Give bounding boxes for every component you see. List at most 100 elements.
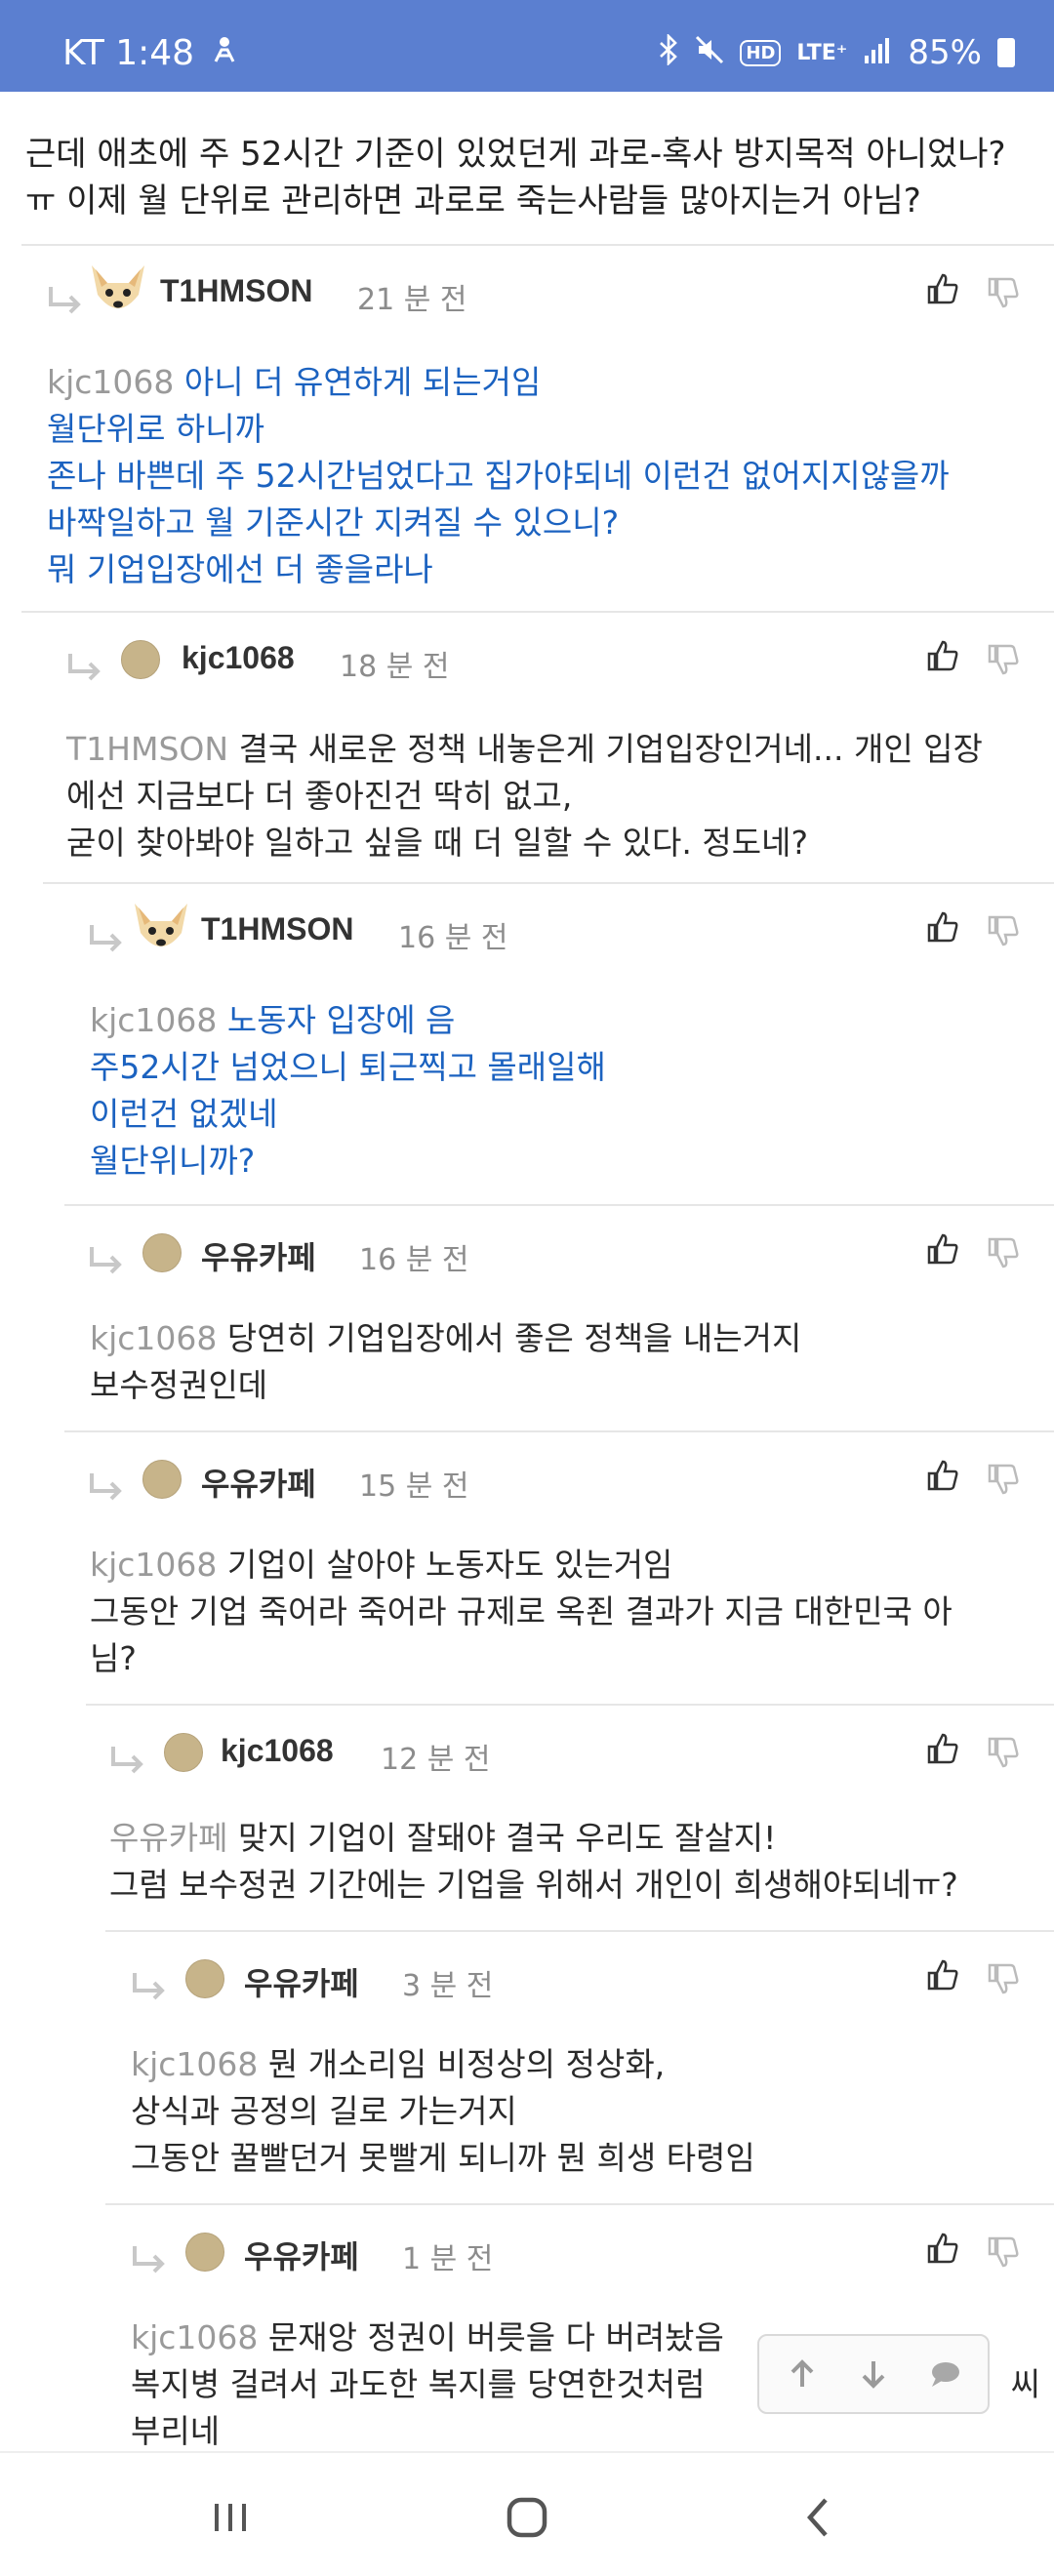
chat-bubble-icon[interactable] — [928, 2357, 961, 2391]
comment-header: 우유카페 3 분 전 — [105, 1932, 1054, 2026]
comment-header: T1HMSON 16 분 전 — [43, 884, 1054, 978]
circle-avatar[interactable] — [164, 1733, 203, 1772]
comment-header: 우유카페 1 분 전 — [105, 2205, 1054, 2299]
person-activity-icon — [212, 36, 237, 71]
back-icon[interactable] — [790, 2488, 849, 2547]
comment-time: 16 분 전 — [359, 1243, 469, 1277]
comment-line: 맞지 기업이 잘돼야 결국 우리도 잘살지! — [237, 1819, 777, 1857]
status-left: KT 1:48 — [62, 33, 237, 73]
thumbs-up-icon[interactable] — [925, 1458, 960, 1493]
comment-time: 1 분 전 — [402, 2242, 494, 2276]
comment-line: 결국 새로운 정책 내놓은게 기업입장인거네... 개인 입장 — [238, 730, 983, 768]
comment-body: T1HMSON 결국 새로운 정책 내놓은게 기업입장인거네... 개인 입장 … — [66, 726, 983, 866]
comment-author[interactable]: kjc1068 — [182, 640, 295, 676]
status-bar: KT 1:48 HD LTE⁺ 85% — [0, 0, 1054, 92]
thumbs-down-icon[interactable] — [986, 913, 1021, 948]
arrow-down-icon[interactable] — [857, 2357, 890, 2391]
mention[interactable]: kjc1068 — [47, 363, 174, 401]
circle-avatar[interactable] — [121, 640, 160, 679]
comment-author[interactable]: T1HMSON — [160, 273, 312, 309]
status-right: HD LTE⁺ 85% — [658, 32, 1015, 72]
circle-avatar[interactable] — [142, 1460, 182, 1499]
home-icon[interactable] — [498, 2488, 556, 2547]
comment-author[interactable]: 우유카페 — [244, 2233, 359, 2277]
circle-avatar[interactable] — [185, 1959, 224, 1998]
comment-line: 보수정권인데 — [90, 1366, 268, 1404]
reply-arrow-icon — [111, 1747, 143, 1774]
carrier-time: KT 1:48 — [62, 33, 195, 73]
comment-line: 아니 더 유연하게 되는거임 — [183, 363, 542, 401]
comment-line: 복지병 걸려서 과도한 복지를 당연한것처럼 — [131, 2365, 706, 2403]
arrow-up-icon[interactable] — [786, 2357, 819, 2391]
comment-author[interactable]: 우유카페 — [201, 1460, 316, 1505]
comment-author[interactable]: kjc1068 — [221, 1733, 334, 1769]
post-line: 근데 애초에 주 52시간 기준이 있었던게 과로-혹사 방지목적 아니었나? — [25, 135, 1006, 174]
thumbs-up-icon[interactable] — [925, 1231, 960, 1267]
comment-body: kjc1068 노동자 입장에 음 주52시간 넘었으니 퇴근찍고 몰래일해 이… — [90, 997, 606, 1185]
mention[interactable]: T1HMSON — [66, 730, 228, 768]
comment: 우유카페 16 분 전 kjc1068 당연히 기업입장에서 좋은 정책을 내는… — [64, 1204, 1054, 1430]
reply-arrow-icon — [90, 1247, 122, 1274]
comment-line: 기업이 살아야 노동자도 있는거임 — [226, 1546, 673, 1584]
comment-line-suffix: 씨 — [1010, 2365, 1040, 2403]
reply-arrow-icon — [49, 287, 81, 314]
thumbs-up-icon[interactable] — [925, 1957, 960, 1992]
comment-line: 그럼 보수정권 기간에는 기업을 위해서 개인이 희생해야되네ㅠ? — [109, 1866, 958, 1904]
thumbs-down-icon[interactable] — [986, 1462, 1021, 1497]
comment-line: 뭔 개소리임 비정상의 정상화, — [267, 2045, 666, 2083]
thumbs-up-icon[interactable] — [925, 2231, 960, 2266]
comment-body: kjc1068 뭔 개소리임 비정상의 정상화, 상식과 공정의 길로 가는거지… — [131, 2041, 755, 2182]
reply-arrow-icon — [133, 1973, 165, 2000]
comment-author[interactable]: 우유카페 — [244, 1959, 359, 2004]
circle-avatar[interactable] — [142, 1233, 182, 1272]
comment: T1HMSON 16 분 전 kjc1068 노동자 입장에 음 주52시간 넘… — [43, 882, 1054, 1204]
comment-author[interactable]: T1HMSON — [201, 911, 353, 947]
comment: kjc1068 18 분 전 T1HMSON 결국 새로운 정책 내놓은게 기업… — [21, 611, 1054, 882]
comment-line: 그동안 꿀빨던거 못빨게 되니까 뭔 희생 타령임 — [131, 2139, 755, 2177]
dog-avatar[interactable] — [131, 900, 191, 960]
circle-avatar[interactable] — [185, 2233, 224, 2272]
battery-icon — [997, 38, 1015, 67]
comment-header: kjc1068 12 분 전 — [86, 1706, 1054, 1799]
comment-body: kjc1068 아니 더 유연하게 되는거임 월단위로 하니까 존나 바쁜데 주… — [47, 359, 950, 593]
comment: 우유카페 15 분 전 kjc1068 기업이 살아야 노동자도 있는거임 그동… — [64, 1430, 1054, 1704]
comment-line: 주52시간 넘었으니 퇴근찍고 몰래일해 — [90, 1048, 606, 1086]
hd-voice-icon: HD — [740, 39, 782, 66]
mention[interactable]: kjc1068 — [90, 1001, 217, 1039]
thumbs-down-icon[interactable] — [986, 1235, 1021, 1270]
bluetooth-icon — [658, 32, 679, 71]
comment-line: 상식과 공정의 길로 가는거지 — [131, 2092, 517, 2130]
post-body: 근데 애초에 주 52시간 기준이 있었던게 과로-혹사 방지목적 아니었나? … — [25, 131, 1040, 224]
comment-line: 당연히 기업입장에서 좋은 정책을 내는거지 — [226, 1319, 802, 1357]
mention[interactable]: kjc1068 — [131, 2045, 258, 2083]
comment-header: T1HMSON 21 분 전 — [21, 246, 1054, 340]
comment: 우유카페 3 분 전 kjc1068 뭔 개소리임 비정상의 정상화, 상식과 … — [105, 1930, 1054, 2203]
thumbs-up-icon[interactable] — [925, 271, 960, 306]
recent-apps-icon[interactable] — [201, 2488, 260, 2547]
dog-avatar[interactable] — [88, 262, 148, 322]
comment-line: 문재앙 정권이 버릇을 다 버려놨음 — [267, 2318, 724, 2356]
thumbs-down-icon[interactable] — [986, 275, 1021, 310]
thumbs-up-icon[interactable] — [925, 638, 960, 673]
comment-line: 바짝일하고 월 기준시간 지켜질 수 있으니? — [47, 503, 620, 542]
comment-line: 이런건 없겠네 — [90, 1095, 278, 1133]
comment-header: kjc1068 18 분 전 — [21, 613, 1054, 706]
mute-icon — [695, 35, 724, 70]
comment-line: 뭐 기업입장에선 더 좋을라나 — [47, 550, 433, 588]
mention[interactable]: kjc1068 — [90, 1546, 217, 1584]
mention[interactable]: kjc1068 — [90, 1319, 217, 1357]
reply-arrow-icon — [133, 2246, 165, 2274]
mention[interactable]: 우유카페 — [109, 1819, 227, 1857]
comment-time: 3 분 전 — [402, 1969, 494, 2003]
comment-author[interactable]: 우유카페 — [201, 1233, 316, 1278]
comment-line: 님? — [90, 1639, 137, 1677]
thumbs-up-icon[interactable] — [925, 1731, 960, 1766]
thumbs-down-icon[interactable] — [986, 642, 1021, 677]
thumbs-down-icon[interactable] — [986, 1961, 1021, 1996]
reply-arrow-icon — [90, 1473, 122, 1501]
comment-line: 부리네 — [131, 2412, 221, 2450]
thumbs-down-icon[interactable] — [986, 1735, 1021, 1770]
mention[interactable]: kjc1068 — [131, 2318, 258, 2356]
thumbs-up-icon[interactable] — [925, 909, 960, 945]
thumbs-down-icon[interactable] — [986, 2234, 1021, 2270]
